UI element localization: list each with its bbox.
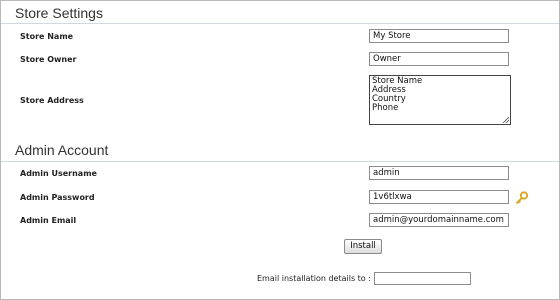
admin-email-input[interactable]: admin@yourdomainname.com — [369, 213, 509, 227]
store-settings-divider — [1, 23, 559, 24]
resize-grip-icon[interactable] — [503, 117, 509, 123]
store-address-line: Phone — [372, 103, 399, 113]
admin-account-heading: Admin Account — [15, 142, 109, 158]
store-address-label: Store Address — [20, 96, 84, 105]
store-address-textarea[interactable]: Store Name Address Country Phone — [369, 75, 511, 125]
store-owner-input[interactable]: Owner — [369, 52, 509, 66]
store-settings-heading: Store Settings — [15, 5, 103, 21]
email-details-label: Email installation details to : — [257, 274, 371, 283]
admin-username-label: Admin Username — [20, 169, 97, 178]
store-owner-label: Store Owner — [20, 55, 77, 64]
admin-email-label: Admin Email — [20, 216, 77, 225]
admin-username-input[interactable]: admin — [369, 166, 509, 180]
key-icon[interactable] — [515, 190, 529, 204]
admin-password-input[interactable]: 1v6tlxwa — [369, 190, 509, 204]
admin-password-label: Admin Password — [20, 193, 95, 202]
store-name-input[interactable]: My Store — [369, 29, 509, 43]
install-button[interactable]: Install — [344, 239, 382, 254]
email-details-input[interactable] — [374, 272, 471, 285]
installer-panel: Store Settings Store Name My Store Store… — [0, 0, 560, 300]
admin-account-divider — [1, 161, 559, 162]
store-name-label: Store Name — [20, 32, 74, 41]
